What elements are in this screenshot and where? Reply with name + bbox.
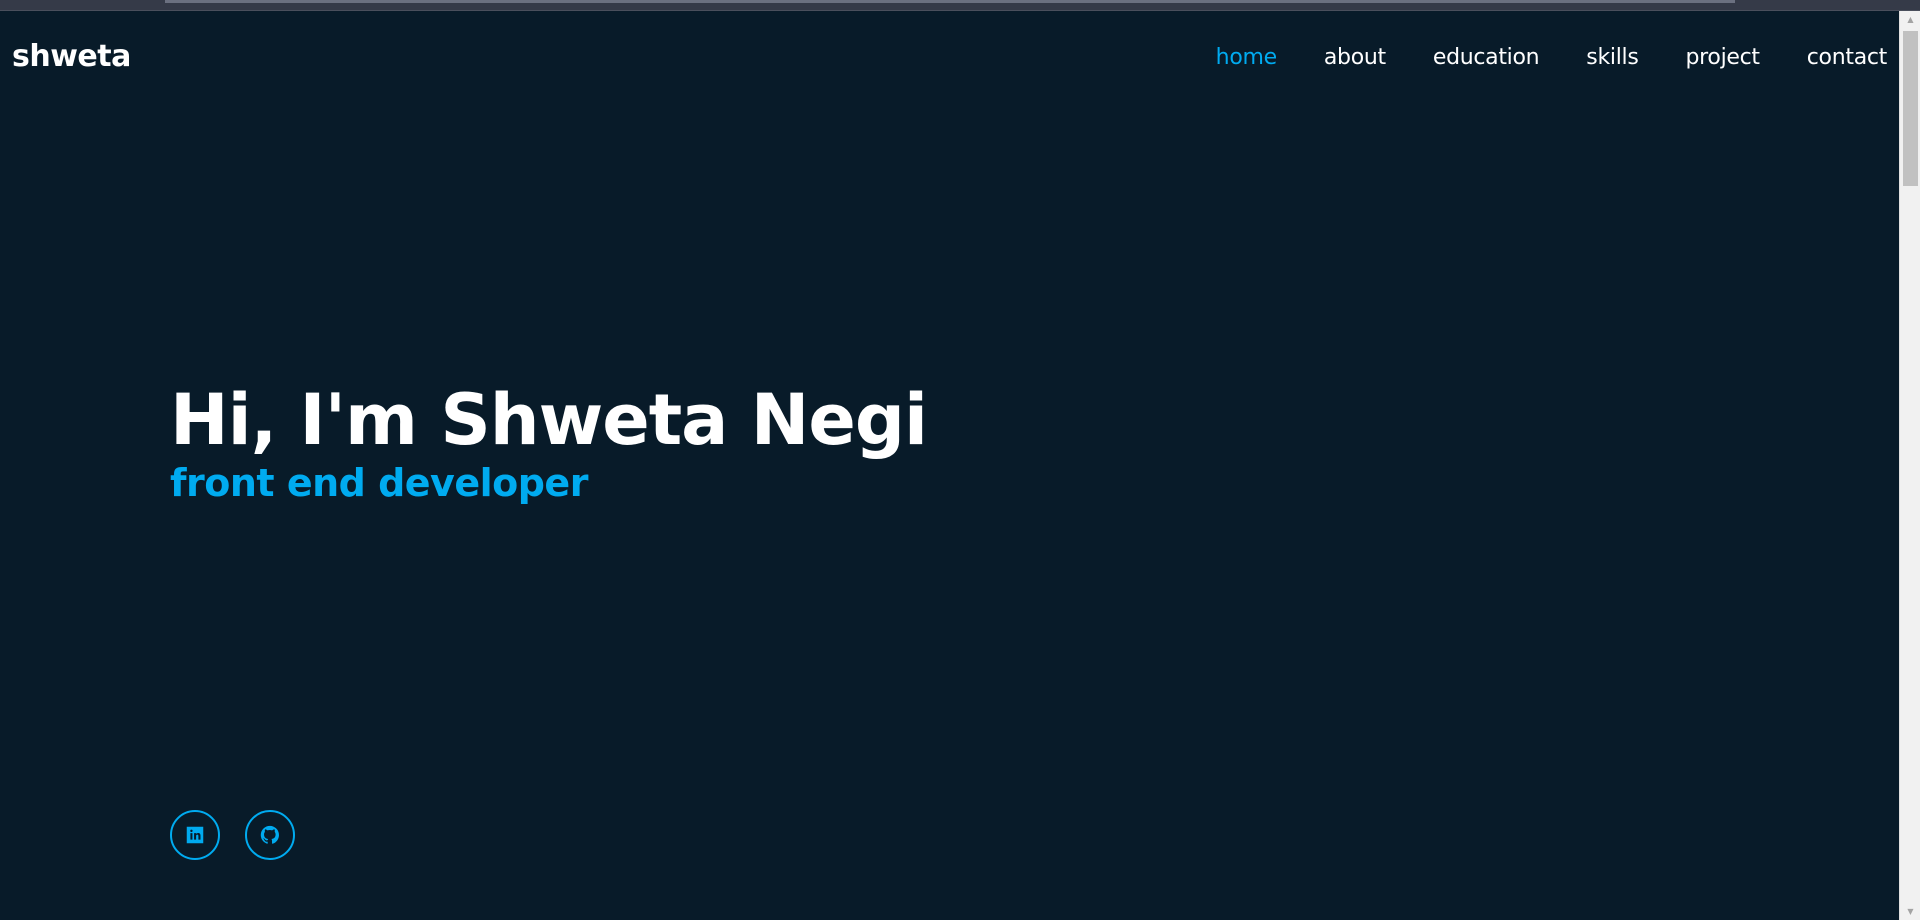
nav-about[interactable]: about (1324, 45, 1386, 70)
social-links (170, 810, 295, 860)
nav-contact[interactable]: contact (1807, 45, 1888, 70)
linkedin-button[interactable] (170, 810, 220, 860)
github-button[interactable] (245, 810, 295, 860)
browser-chrome-strip (0, 0, 1920, 11)
scroll-down-icon[interactable]: ▼ (1900, 903, 1920, 920)
nav-education[interactable]: education (1433, 45, 1540, 70)
main-nav: home about education skills project cont… (1169, 45, 1888, 70)
site-header: shweta home about education skills proje… (0, 11, 1899, 107)
scroll-up-icon[interactable]: ▲ (1900, 11, 1920, 28)
hero-title: Hi, I'm Shweta Negi (170, 379, 928, 461)
nav-project[interactable]: project (1686, 45, 1761, 70)
scrollbar-thumb[interactable] (1903, 31, 1918, 186)
github-icon (260, 825, 279, 844)
nav-home[interactable]: home (1216, 45, 1277, 70)
hero-subtitle: front end developer (170, 460, 588, 505)
nav-skills[interactable]: skills (1586, 45, 1639, 70)
linkedin-icon (186, 826, 204, 844)
browser-tab-line (165, 0, 1735, 3)
site-logo[interactable]: shweta (12, 39, 131, 74)
hero-section: Hi, I'm Shweta Negi front end developer (170, 379, 928, 505)
vertical-scrollbar[interactable]: ▲ ▼ (1899, 11, 1920, 920)
